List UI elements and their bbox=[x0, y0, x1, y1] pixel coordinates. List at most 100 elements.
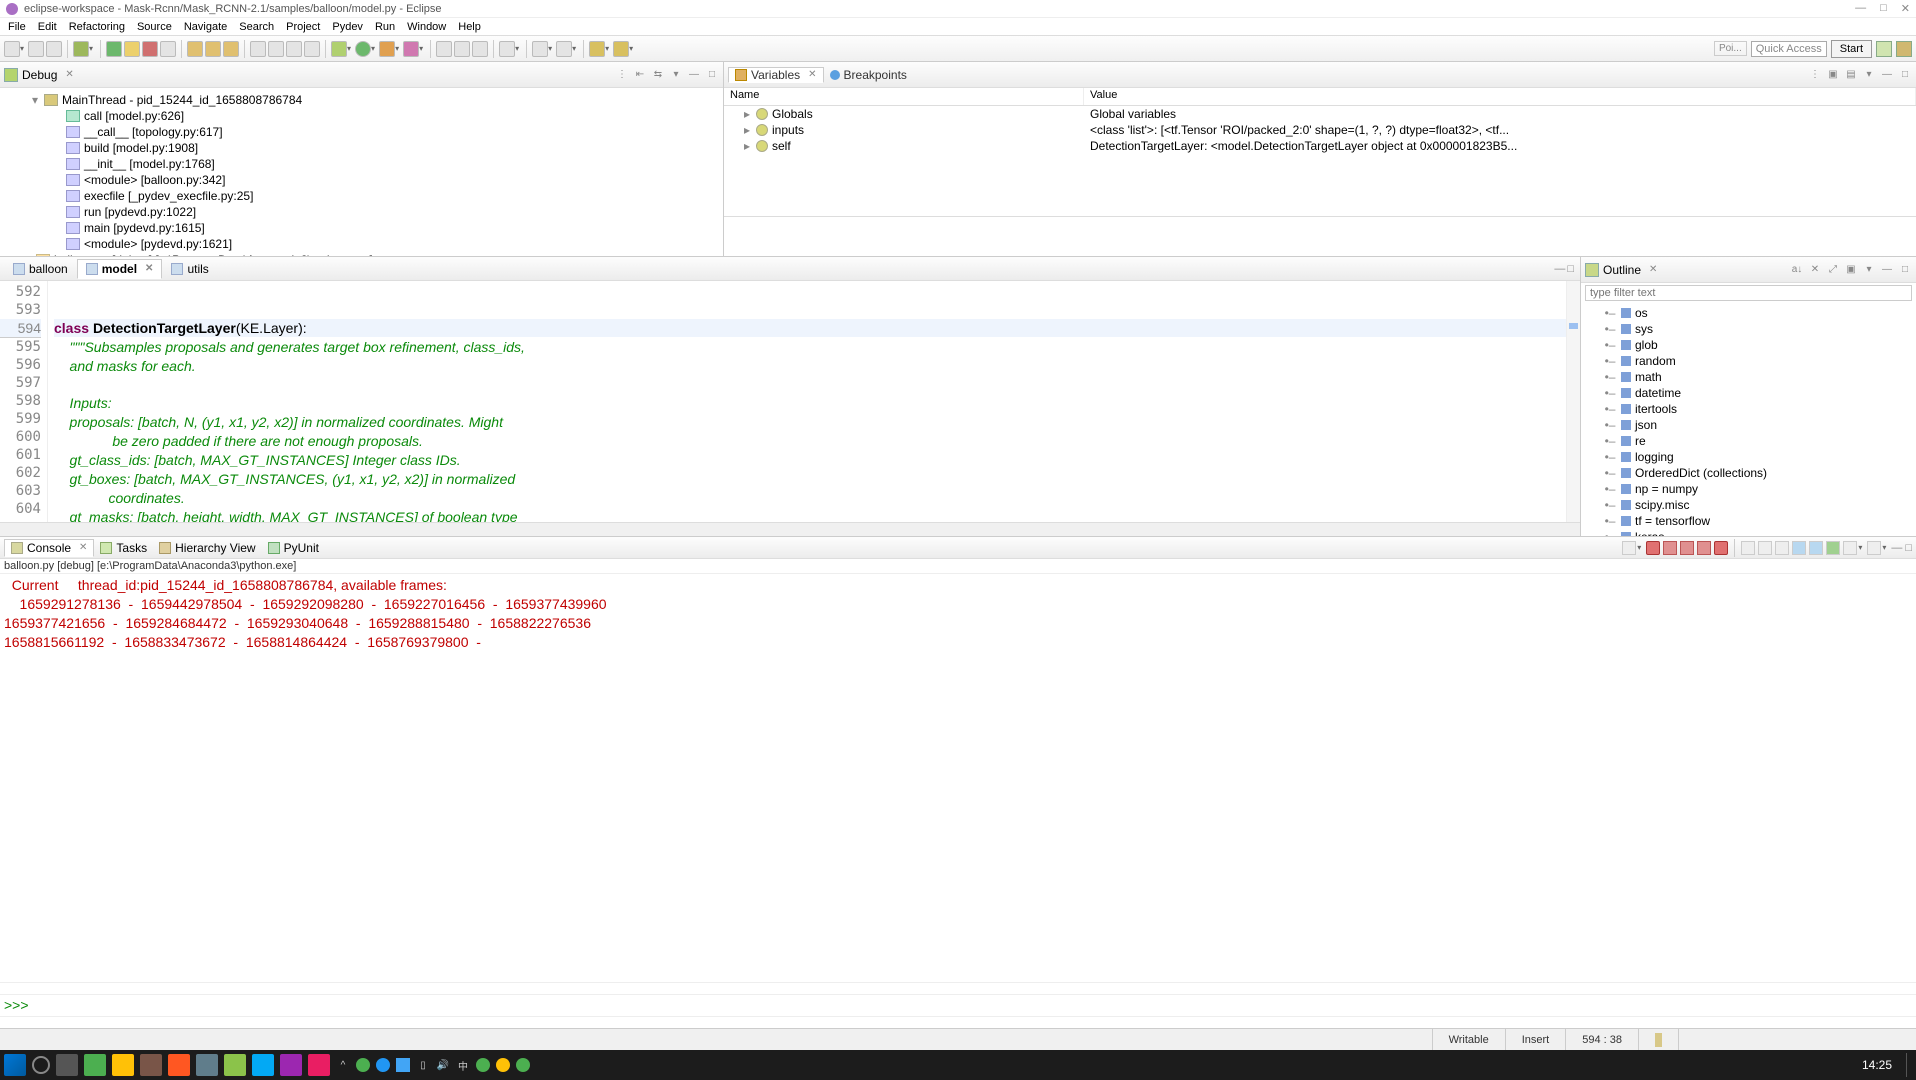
taskbar-app-icon[interactable] bbox=[224, 1054, 246, 1076]
terminate-all-icon[interactable] bbox=[1663, 541, 1677, 555]
new-console-icon[interactable] bbox=[1843, 541, 1857, 555]
taskbar-app-icon[interactable] bbox=[140, 1054, 162, 1076]
tray-icon[interactable] bbox=[376, 1058, 390, 1072]
tray-network-icon[interactable]: ▯ bbox=[416, 1058, 430, 1072]
prompt-scroll-h[interactable] bbox=[0, 1016, 1916, 1028]
drop-frame-icon[interactable] bbox=[250, 41, 266, 57]
tray-chevron-icon[interactable]: ^ bbox=[336, 1058, 350, 1072]
remove-terminated-icon[interactable] bbox=[1680, 541, 1694, 555]
tool-icon[interactable] bbox=[286, 41, 302, 57]
frame-7[interactable]: main [pydevd.py:1615] bbox=[84, 221, 205, 235]
tab-balloon[interactable]: balloon bbox=[4, 259, 77, 279]
link-icon[interactable]: ⇆ bbox=[651, 68, 665, 82]
show-type-icon[interactable]: ⋮ bbox=[1808, 68, 1822, 82]
outline-item[interactable]: •–random bbox=[1581, 353, 1916, 369]
save-icon[interactable] bbox=[28, 41, 44, 57]
variable-detail-pane[interactable] bbox=[724, 216, 1916, 256]
menu-navigate[interactable]: Navigate bbox=[184, 21, 227, 33]
minimize-button[interactable]: — bbox=[1855, 2, 1866, 15]
taskbar-app-icon[interactable] bbox=[280, 1054, 302, 1076]
new-icon[interactable] bbox=[4, 41, 20, 57]
horizontal-scrollbar[interactable] bbox=[0, 522, 1580, 536]
debug-icon[interactable] bbox=[331, 41, 347, 57]
expand-icon[interactable]: ⤢ bbox=[1826, 263, 1840, 277]
code-editor[interactable]: class DetectionTargetLayer(KE.Layer): ""… bbox=[48, 281, 1566, 522]
close-icon[interactable]: ✕ bbox=[65, 69, 73, 80]
process-label[interactable]: balloon.py [debug] [e:\ProgramData\Anaco… bbox=[54, 253, 373, 256]
taskbar-app-icon[interactable] bbox=[168, 1054, 190, 1076]
tool-icon-2[interactable] bbox=[304, 41, 320, 57]
tray-icon[interactable] bbox=[476, 1058, 490, 1072]
menu-run[interactable]: Run bbox=[375, 21, 395, 33]
collapse-icon[interactable]: ⇤ bbox=[633, 68, 647, 82]
outline-item[interactable]: •–glob bbox=[1581, 337, 1916, 353]
outline-item[interactable]: •–math bbox=[1581, 369, 1916, 385]
new-module-icon[interactable] bbox=[436, 41, 452, 57]
frame-8[interactable]: <module> [pydevd.py:1621] bbox=[84, 237, 232, 251]
back-icon[interactable] bbox=[589, 41, 605, 57]
tab-hierarchy[interactable]: Hierarchy View bbox=[153, 540, 261, 556]
quick-access-field[interactable]: Quick Access bbox=[1751, 41, 1827, 57]
taskbar-app-icon[interactable] bbox=[84, 1054, 106, 1076]
display-console-icon[interactable] bbox=[1809, 541, 1823, 555]
next-annotation-icon[interactable] bbox=[532, 41, 548, 57]
outline-item[interactable]: •–re bbox=[1581, 433, 1916, 449]
status-icon[interactable] bbox=[1655, 1033, 1662, 1047]
show-desktop-button[interactable] bbox=[1906, 1053, 1912, 1077]
suspend-icon[interactable] bbox=[124, 41, 140, 57]
outline-item[interactable]: •–os bbox=[1581, 305, 1916, 321]
outline-list[interactable]: •–os•–sys•–glob•–random•–math•–datetime•… bbox=[1581, 303, 1916, 536]
tray-icon[interactable] bbox=[396, 1058, 410, 1072]
outline-item[interactable]: •–sys bbox=[1581, 321, 1916, 337]
overview-ruler[interactable] bbox=[1566, 281, 1580, 522]
maximize-icon[interactable]: □ bbox=[1898, 263, 1912, 277]
word-wrap-icon[interactable] bbox=[1775, 541, 1789, 555]
close-icon[interactable]: ✕ bbox=[808, 69, 816, 80]
collapse-all-icon[interactable]: ▣ bbox=[1826, 68, 1840, 82]
menu-refactoring[interactable]: Refactoring bbox=[69, 21, 125, 33]
outline-item[interactable]: •–logging bbox=[1581, 449, 1916, 465]
outline-filter-input[interactable] bbox=[1585, 285, 1912, 301]
minimize-icon[interactable]: — bbox=[1880, 68, 1894, 82]
maximize-console-icon[interactable]: □ bbox=[1905, 542, 1912, 554]
tray-wechat-icon[interactable] bbox=[516, 1058, 530, 1072]
tab-pyunit[interactable]: PyUnit bbox=[262, 540, 325, 556]
profile-icon[interactable] bbox=[403, 41, 419, 57]
hide-icon[interactable]: ✕ bbox=[1808, 263, 1822, 277]
menu-search[interactable]: Search bbox=[239, 21, 274, 33]
console-toolbar-icon[interactable] bbox=[1622, 541, 1636, 555]
outline-item[interactable]: •–scipy.misc bbox=[1581, 497, 1916, 513]
tray-ime-icon[interactable]: 中 bbox=[456, 1058, 470, 1072]
step-return-icon[interactable] bbox=[223, 41, 239, 57]
terminate-icon[interactable] bbox=[142, 41, 158, 57]
step-over-icon[interactable] bbox=[205, 41, 221, 57]
col-value-header[interactable]: Value bbox=[1084, 88, 1916, 105]
tab-model[interactable]: model✕ bbox=[77, 259, 163, 279]
eclipse-taskbar-icon[interactable] bbox=[308, 1054, 330, 1076]
tab-utils[interactable]: utils bbox=[162, 259, 217, 279]
frame-5[interactable]: execfile [_pydev_execfile.py:25] bbox=[84, 189, 253, 203]
start-button[interactable]: Start bbox=[1831, 40, 1872, 58]
frame-6[interactable]: run [pydevd.py:1022] bbox=[84, 205, 196, 219]
open-console-icon[interactable] bbox=[1826, 541, 1840, 555]
run-icon[interactable] bbox=[355, 41, 371, 57]
menu-source[interactable]: Source bbox=[137, 21, 172, 33]
frame-3[interactable]: __init__ [model.py:1768] bbox=[84, 157, 215, 171]
new-package-icon[interactable] bbox=[454, 41, 470, 57]
debug-toolbar-icon[interactable]: ⋮ bbox=[615, 68, 629, 82]
file-explorer-icon[interactable] bbox=[112, 1054, 134, 1076]
link-icon[interactable]: ▤ bbox=[1844, 68, 1858, 82]
collapse-icon[interactable]: ▣ bbox=[1844, 263, 1858, 277]
taskbar-clock[interactable]: 14:25 bbox=[1862, 1058, 1900, 1072]
menu-project[interactable]: Project bbox=[286, 21, 320, 33]
tray-volume-icon[interactable]: 🔊 bbox=[436, 1058, 450, 1072]
tab-tasks[interactable]: Tasks bbox=[94, 540, 153, 556]
scroll-lock-icon[interactable] bbox=[1758, 541, 1772, 555]
debug-tree[interactable]: ▾MainThread - pid_15244_id_1658808786784… bbox=[0, 88, 723, 256]
frame-4[interactable]: <module> [balloon.py:342] bbox=[84, 173, 225, 187]
cortana-icon[interactable] bbox=[32, 1056, 50, 1074]
frame-2[interactable]: build [model.py:1908] bbox=[84, 141, 198, 155]
maximize-view-icon[interactable]: □ bbox=[705, 68, 719, 82]
minimize-view-icon[interactable]: — bbox=[687, 68, 701, 82]
tray-icon[interactable] bbox=[356, 1058, 370, 1072]
